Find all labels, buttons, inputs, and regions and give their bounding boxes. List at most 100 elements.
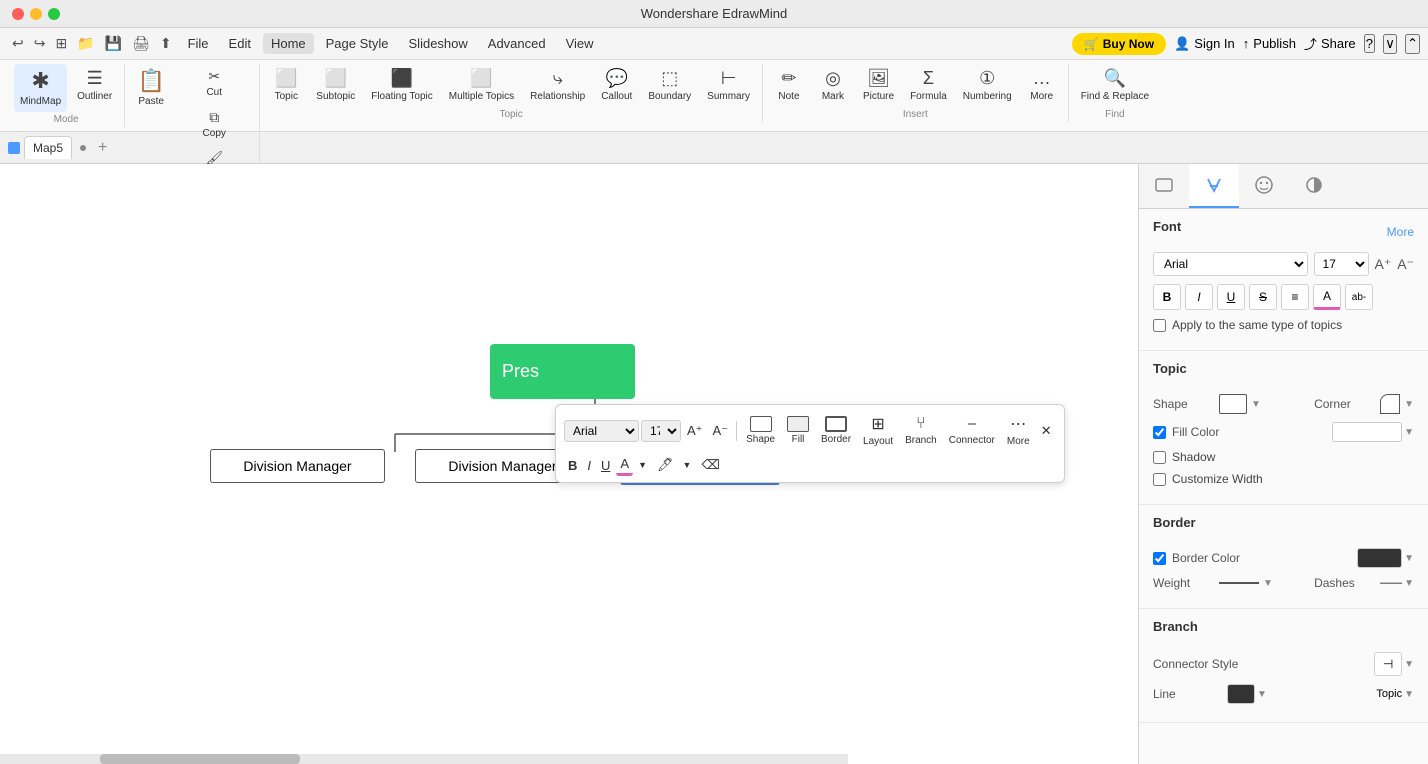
help-button[interactable]: ? <box>1364 34 1375 53</box>
font-shrink-button[interactable]: A⁻ <box>1397 256 1414 273</box>
shadow-checkbox[interactable] <box>1153 451 1166 464</box>
minimize-button[interactable] <box>30 8 42 20</box>
share-button[interactable]: ⤴ Share <box>1304 34 1356 53</box>
redo-button[interactable]: ↪ <box>30 33 50 54</box>
sign-in-button[interactable]: 👤 Sign In <box>1174 36 1235 52</box>
open-button[interactable]: 📁 <box>73 33 98 54</box>
underline-button[interactable]: U <box>1217 284 1245 310</box>
more-options-button[interactable]: ∨ <box>1383 34 1397 54</box>
mark-button[interactable]: ◎ Mark <box>813 64 853 107</box>
floating-topic-button[interactable]: ⬛ Floating Topic <box>365 64 439 107</box>
export-button[interactable]: ⬆ <box>156 33 176 54</box>
panel-tab-theme[interactable] <box>1289 164 1339 208</box>
float-branch-button[interactable]: ⑂ Branch <box>900 412 942 449</box>
shadow-label[interactable]: Shadow <box>1172 450 1215 464</box>
save-button[interactable]: 💾 <box>101 33 126 54</box>
buy-now-button[interactable]: 🛒 Buy Now <box>1072 33 1166 55</box>
float-connector-button[interactable]: ⎯ Connector <box>944 412 1000 449</box>
float-font-select[interactable]: Arial <box>564 420 639 442</box>
fill-color-arrow[interactable]: ▼ <box>1404 427 1414 438</box>
float-highlight-arrow[interactable]: ▼ <box>679 458 696 472</box>
panel-font-select[interactable]: Arial <box>1153 252 1308 276</box>
cut-button[interactable]: ✂ Cut <box>175 64 253 103</box>
font-grow-button[interactable]: A⁺ <box>1375 256 1392 273</box>
font-color-button[interactable]: A <box>1313 284 1341 310</box>
subtopic-button[interactable]: ⬜ Subtopic <box>310 64 361 107</box>
more-insert-button[interactable]: … More <box>1022 64 1062 107</box>
publish-button[interactable]: ↑ Publish <box>1243 36 1296 51</box>
dashes-arrow[interactable]: ▼ <box>1404 578 1414 589</box>
relationship-button[interactable]: ⤷ Relationship <box>524 64 591 107</box>
panel-tab-emoji[interactable] <box>1239 164 1289 208</box>
float-border-button[interactable]: Border <box>816 413 856 448</box>
boundary-button[interactable]: ⬚ Boundary <box>642 64 697 107</box>
fill-color-swatch[interactable] <box>1332 422 1402 442</box>
menu-file[interactable]: File <box>180 33 217 54</box>
add-tab-button[interactable]: + <box>98 139 107 157</box>
undo-button[interactable]: ↩ <box>8 33 28 54</box>
menu-home[interactable]: Home <box>263 33 314 54</box>
line-color-arrow[interactable]: ▼ <box>1257 689 1267 700</box>
panel-font-size-select[interactable]: 17 <box>1314 252 1369 276</box>
summary-button[interactable]: ⊢ Summary <box>701 64 756 107</box>
note-button[interactable]: ✏ Note <box>769 64 809 107</box>
outliner-button[interactable]: ☰ Outliner <box>71 64 118 107</box>
fill-color-checkbox[interactable] <box>1153 426 1166 439</box>
float-grow-button[interactable]: A⁺ <box>683 421 707 441</box>
menu-edit[interactable]: Edit <box>221 33 259 54</box>
canvas[interactable]: Pres Division Manager Division Manager M… <box>0 164 1138 764</box>
font-more-link[interactable]: More <box>1387 225 1414 239</box>
apply-same-checkbox[interactable] <box>1153 319 1166 332</box>
find-replace-button[interactable]: 🔍 Find & Replace <box>1075 64 1155 107</box>
float-fill-button[interactable]: Fill <box>782 413 814 448</box>
highlight-button[interactable]: ab- <box>1345 284 1373 310</box>
division-manager-1-box[interactable]: Division Manager <box>210 449 385 483</box>
float-font-color-button[interactable]: A <box>616 454 633 476</box>
horizontal-scrollbar[interactable] <box>0 754 848 764</box>
topic-button[interactable]: ⬜ Topic <box>266 64 306 107</box>
line-topic-arrow[interactable]: ▼ <box>1404 689 1414 700</box>
corner-dropdown-arrow[interactable]: ▼ <box>1404 399 1414 410</box>
multiple-topics-button[interactable]: ⬜ Multiple Topics <box>443 64 520 107</box>
float-italic-button[interactable]: I <box>583 456 595 475</box>
shape-dropdown-arrow[interactable]: ▼ <box>1251 399 1261 410</box>
float-size-select[interactable]: 17 <box>641 420 681 442</box>
formula-button[interactable]: Σ Formula <box>904 64 953 107</box>
panel-tab-rectangle[interactable] <box>1139 164 1189 208</box>
customize-width-checkbox[interactable] <box>1153 473 1166 486</box>
print-button[interactable]: 🖨 <box>128 33 154 54</box>
border-color-swatch[interactable] <box>1357 548 1402 568</box>
scrollbar-thumb[interactable] <box>100 754 300 764</box>
customize-width-label[interactable]: Customize Width <box>1172 472 1263 486</box>
weight-arrow[interactable]: ▼ <box>1263 578 1273 589</box>
fill-color-label[interactable]: Fill Color <box>1172 425 1232 439</box>
float-shape-button[interactable]: Shape <box>741 413 780 448</box>
numbering-button[interactable]: ① Numbering <box>957 64 1018 107</box>
green-topic-box[interactable]: Pres <box>490 344 635 399</box>
float-underline-button[interactable]: U <box>597 456 614 475</box>
float-close-button[interactable]: ✕ <box>1037 421 1056 441</box>
strikethrough-button[interactable]: S <box>1249 284 1277 310</box>
paste-button[interactable]: 📋 Paste <box>131 64 171 112</box>
panel-tab-style[interactable] <box>1189 164 1239 208</box>
float-eraser-button[interactable]: ⌫ <box>697 455 723 475</box>
menu-advanced[interactable]: Advanced <box>480 33 554 54</box>
collapse-button[interactable]: ⌃ <box>1405 34 1420 54</box>
maximize-button[interactable] <box>48 8 60 20</box>
new-tab-button[interactable]: ⊞ <box>51 33 71 54</box>
float-shrink-button[interactable]: A⁻ <box>709 421 733 441</box>
border-color-checkbox[interactable] <box>1153 552 1166 565</box>
mindmap-button[interactable]: ✱ MindMap <box>14 64 67 112</box>
float-more-button[interactable]: ⋯ More <box>1002 411 1035 450</box>
line-color-swatch[interactable] <box>1227 684 1255 704</box>
align-button[interactable]: ≡ <box>1281 284 1309 310</box>
menu-slideshow[interactable]: Slideshow <box>401 33 476 54</box>
close-button[interactable] <box>12 8 24 20</box>
picture-button[interactable]: 🖼 Picture <box>857 64 900 107</box>
menu-view[interactable]: View <box>558 33 602 54</box>
callout-button[interactable]: 💬 Callout <box>595 64 638 107</box>
tab-map5[interactable]: Map5 <box>24 136 72 159</box>
float-layout-button[interactable]: ⊞ Layout <box>858 411 898 450</box>
apply-same-label[interactable]: Apply to the same type of topics <box>1172 318 1342 332</box>
bold-button[interactable]: B <box>1153 284 1181 310</box>
